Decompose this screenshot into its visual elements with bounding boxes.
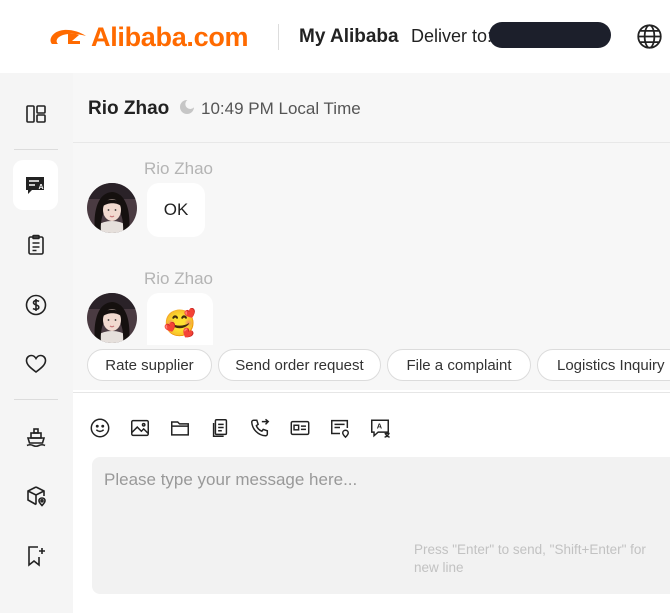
message-sender: Rio Zhao	[144, 269, 213, 288]
bookmark-add-icon	[27, 546, 45, 567]
moon-icon	[180, 99, 195, 114]
send-hint: Press "Enter" to send, "Shift+Enter" for…	[414, 542, 646, 575]
file-button[interactable]	[169, 417, 191, 439]
card-icon	[290, 420, 310, 436]
left-rail: AI	[0, 73, 73, 613]
translate-button[interactable]: A	[369, 417, 391, 439]
rail-item-saved[interactable]	[13, 531, 58, 581]
rail-item-payments[interactable]	[13, 280, 58, 330]
package-location-icon	[26, 486, 46, 507]
translate-icon: A	[371, 419, 390, 438]
avatar-photo	[87, 183, 137, 233]
image-icon	[131, 419, 149, 437]
message-list[interactable]: Rio Zhao OK Rio Zhao 🥰	[73, 143, 670, 353]
quick-actions-bar: Rate supplier Send order request File a …	[73, 345, 670, 390]
deliver-to-label[interactable]: Deliver to:	[411, 26, 492, 47]
chat-ai-icon: AI	[25, 177, 45, 194]
clipboard-icon	[27, 234, 44, 255]
globe-icon[interactable]	[636, 23, 663, 50]
phone-icon	[251, 418, 270, 437]
dashboard-icon	[25, 105, 46, 123]
local-time: 10:49 PM Local Time	[201, 99, 361, 118]
alibaba-logo-mark	[50, 29, 86, 44]
logistics-inquiry-button[interactable]: Logistics Inquiry	[537, 349, 670, 381]
message-composer: A Press "Enter" to send, "Shift+Enter" f…	[73, 392, 670, 613]
alibaba-logo[interactable]: Alibaba.com	[46, 20, 249, 54]
avatar[interactable]	[87, 183, 137, 233]
rail-item-dashboard[interactable]	[13, 89, 58, 139]
send-order-request-button[interactable]: Send order request	[218, 349, 381, 381]
rail-item-favorites[interactable]	[13, 339, 58, 389]
rail-item-orders[interactable]	[13, 220, 58, 270]
quotation-button[interactable]	[329, 417, 351, 439]
header-divider	[278, 24, 279, 50]
rail-item-logistics[interactable]	[13, 471, 58, 521]
message-bubble[interactable]: OK	[147, 183, 205, 237]
emoji-icon	[90, 418, 110, 438]
dollar-icon	[25, 294, 46, 316]
image-button[interactable]	[129, 417, 151, 439]
quote-icon	[331, 419, 349, 439]
rail-item-shipping[interactable]	[13, 411, 58, 461]
document-icon	[212, 419, 228, 437]
svg-text:AI: AI	[38, 184, 45, 191]
message-sender: Rio Zhao	[144, 159, 213, 178]
rail-separator	[14, 149, 58, 150]
heart-icon	[25, 354, 46, 374]
rail-item-messages[interactable]: AI	[13, 160, 58, 210]
top-bar: Alibaba.com My Alibaba Deliver to:	[0, 0, 670, 73]
avatar[interactable]	[87, 293, 137, 343]
avatar-photo	[87, 293, 137, 343]
rail-separator	[14, 399, 58, 400]
logo-text: Alibaba.com	[91, 21, 249, 52]
deliver-to-value-redacted[interactable]	[489, 22, 611, 48]
ship-icon	[26, 428, 45, 448]
message-bubble-emoji[interactable]: 🥰	[147, 293, 213, 353]
svg-text:A: A	[377, 422, 383, 431]
call-button[interactable]	[249, 417, 271, 439]
emoji-button[interactable]	[89, 417, 111, 439]
chat-header: Rio Zhao 10:49 PM Local Time	[73, 73, 670, 143]
contact-name[interactable]: Rio Zhao	[88, 98, 169, 120]
folder-icon	[171, 421, 189, 436]
document-button[interactable]	[209, 417, 231, 439]
business-card-button[interactable]	[289, 417, 311, 439]
file-complaint-button[interactable]: File a complaint	[387, 349, 531, 381]
my-alibaba-link[interactable]: My Alibaba	[299, 26, 399, 48]
rate-supplier-button[interactable]: Rate supplier	[87, 349, 212, 381]
